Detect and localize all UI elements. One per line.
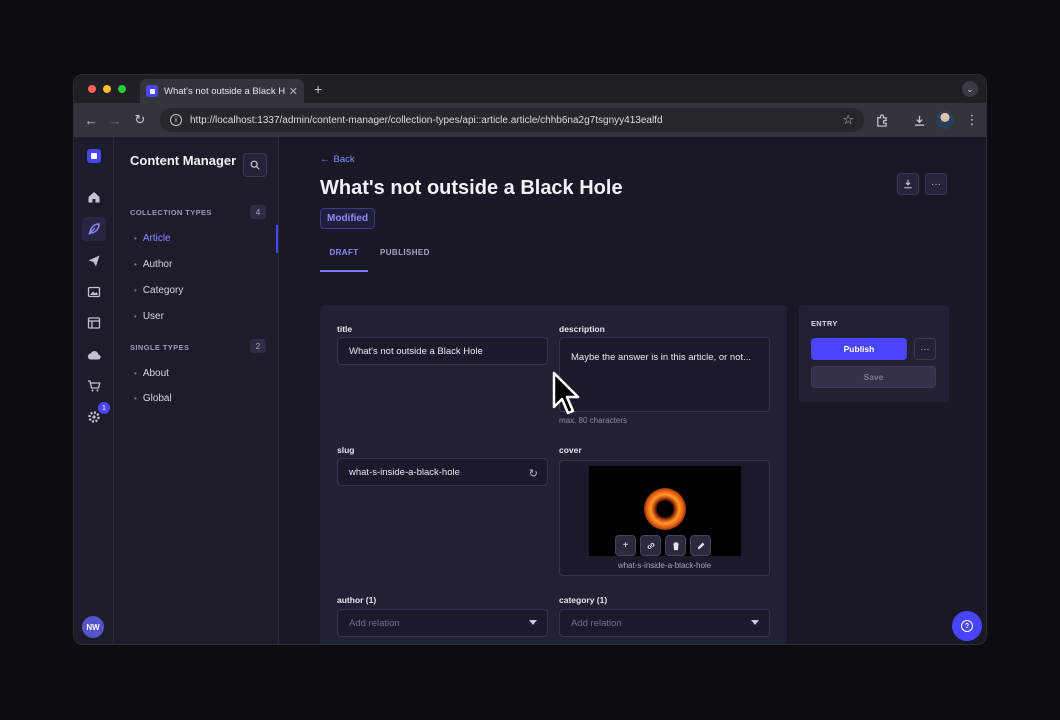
cover-image: + [589,466,741,556]
entry-heading: ENTRY [811,319,838,328]
strapi-favicon-icon [146,85,158,97]
marketplace-cart-icon[interactable] [82,374,106,398]
content-type-builder-paper-plane-icon[interactable] [82,249,106,273]
slug-value: what-s-inside-a-black-hole [349,466,460,478]
content-manager-subnav: Content Manager COLLECTION TYPES 4 Artic… [114,137,279,644]
page-title: What's not outside a Black Hole [320,177,623,199]
back-arrow-icon[interactable]: ← [82,111,100,129]
cover-file-name: what-s-inside-a-black-hole [617,561,712,570]
add-asset-icon[interactable]: + [615,535,636,556]
edit-form-card: title What's not outside a Black Hole de… [320,305,787,644]
cover-actions: + [615,535,711,556]
home-icon[interactable] [82,185,106,209]
chevron-down-icon [751,620,759,625]
collection-types-count: 4 [250,205,266,219]
author-relation-select[interactable]: Add relation [337,609,548,637]
subnav-item-global[interactable]: Global [134,393,172,404]
mouse-pointer-icon [552,371,580,415]
author-field-label: author (1) [337,595,377,605]
edit-pencil-icon[interactable] [690,535,711,556]
single-types-count: 2 [250,339,266,353]
subnav-active-indicator [276,225,278,253]
chevron-down-icon [529,620,537,625]
address-bar-url: http://localhost:1337/admin/content-mana… [190,114,663,126]
close-window-button[interactable] [88,85,96,93]
black-hole-image [644,488,686,530]
delete-trash-icon[interactable] [665,535,686,556]
cover-field-label: cover [559,445,582,455]
description-textarea[interactable]: Maybe the answer is in this article, or … [559,337,770,412]
title-field-label: title [337,324,353,334]
bookmark-star-icon[interactable]: ☆ [842,112,854,128]
cloud-icon[interactable] [82,343,106,367]
extensions-icon[interactable] [872,111,890,129]
content-manager-feather-icon[interactable] [82,217,106,241]
entry-more-button[interactable]: ··· [914,338,936,360]
browser-tabstrip: What's not outside a Black Hole ✕ + ⌄ [74,75,986,103]
download-icon [904,179,912,189]
regenerate-slug-icon[interactable]: ↻ [529,467,538,480]
description-hint: max. 80 characters [559,416,628,425]
layout-icon[interactable] [82,311,106,335]
slug-field-label: slug [337,445,355,455]
more-actions-button[interactable]: ··· [925,173,947,195]
help-button[interactable]: ? [952,611,982,641]
single-types-heading[interactable]: SINGLE TYPES [130,343,189,352]
title-input[interactable]: What's not outside a Black Hole [337,337,548,365]
cover-media-field[interactable]: + what-s-inside-a-black-hole [559,460,770,576]
arrow-left-icon: ← [320,154,330,165]
address-bar[interactable]: i http://localhost:1337/admin/content-ma… [160,108,864,132]
search-icon [250,160,260,170]
reload-icon[interactable]: ↻ [131,111,149,129]
description-field-label: description [559,324,605,334]
category-placeholder: Add relation [571,617,622,629]
entry-panel: ENTRY Publish ··· Save [799,305,949,402]
publish-button[interactable]: Publish [811,338,907,360]
status-badge: Modified [320,208,376,229]
browser-window: What's not outside a Black Hole ✕ + ⌄ ← … [73,74,987,645]
maximize-window-button[interactable] [118,85,126,93]
tab-draft[interactable]: DRAFT [320,244,368,272]
slug-input[interactable]: what-s-inside-a-black-hole ↻ [337,458,548,486]
edit-view: ← Back What's not outside a Black Hole ·… [280,137,986,644]
subnav-item-user[interactable]: User [134,311,164,322]
browser-profile-avatar[interactable] [936,111,954,129]
tab-published[interactable]: PUBLISHED [380,244,430,272]
subnav-item-author[interactable]: Author [134,259,172,270]
close-tab-icon[interactable]: ✕ [289,85,298,98]
copy-link-icon[interactable] [640,535,661,556]
main-nav-rail: 1 NW [74,137,114,644]
help-question-icon: ? [961,620,973,632]
site-info-icon[interactable]: i [170,114,182,126]
browser-tab-title: What's not outside a Black Hole [164,85,285,97]
save-button[interactable]: Save [811,366,936,388]
subnav-item-category[interactable]: Category [134,285,184,296]
more-icon: ··· [931,178,941,190]
category-field-label: category (1) [559,595,608,605]
subnav-search-button[interactable] [243,153,267,177]
minimize-window-button[interactable] [103,85,111,93]
forward-arrow-icon[interactable]: → [106,111,124,129]
strapi-admin-app: 1 NW Content Manager COLLECTION TYPES 4 … [74,137,986,644]
author-placeholder: Add relation [349,617,400,629]
document-status-tabs: DRAFT PUBLISHED [320,244,948,272]
download-button[interactable] [897,173,919,195]
subnav-title: Content Manager [130,153,237,168]
tab-search-icon[interactable]: ⌄ [962,81,978,97]
back-link[interactable]: ← Back [320,154,355,165]
settings-notification-badge: 1 [98,402,110,414]
subnav-item-article[interactable]: Article [134,233,171,244]
strapi-logo-icon[interactable] [87,149,101,163]
browser-toolbar: ← → ↻ i http://localhost:1337/admin/cont… [74,103,986,137]
category-relation-select[interactable]: Add relation [559,609,770,637]
user-avatar[interactable]: NW [82,616,104,638]
downloads-icon[interactable] [910,111,928,129]
subnav-item-about[interactable]: About [134,368,169,379]
browser-menu-icon[interactable]: ⋮ [963,111,981,129]
collection-types-heading[interactable]: COLLECTION TYPES [130,208,212,217]
media-library-image-icon[interactable] [82,280,106,304]
new-tab-icon[interactable]: + [314,81,322,97]
browser-tab[interactable]: What's not outside a Black Hole ✕ [140,79,304,103]
back-link-label: Back [333,154,355,165]
